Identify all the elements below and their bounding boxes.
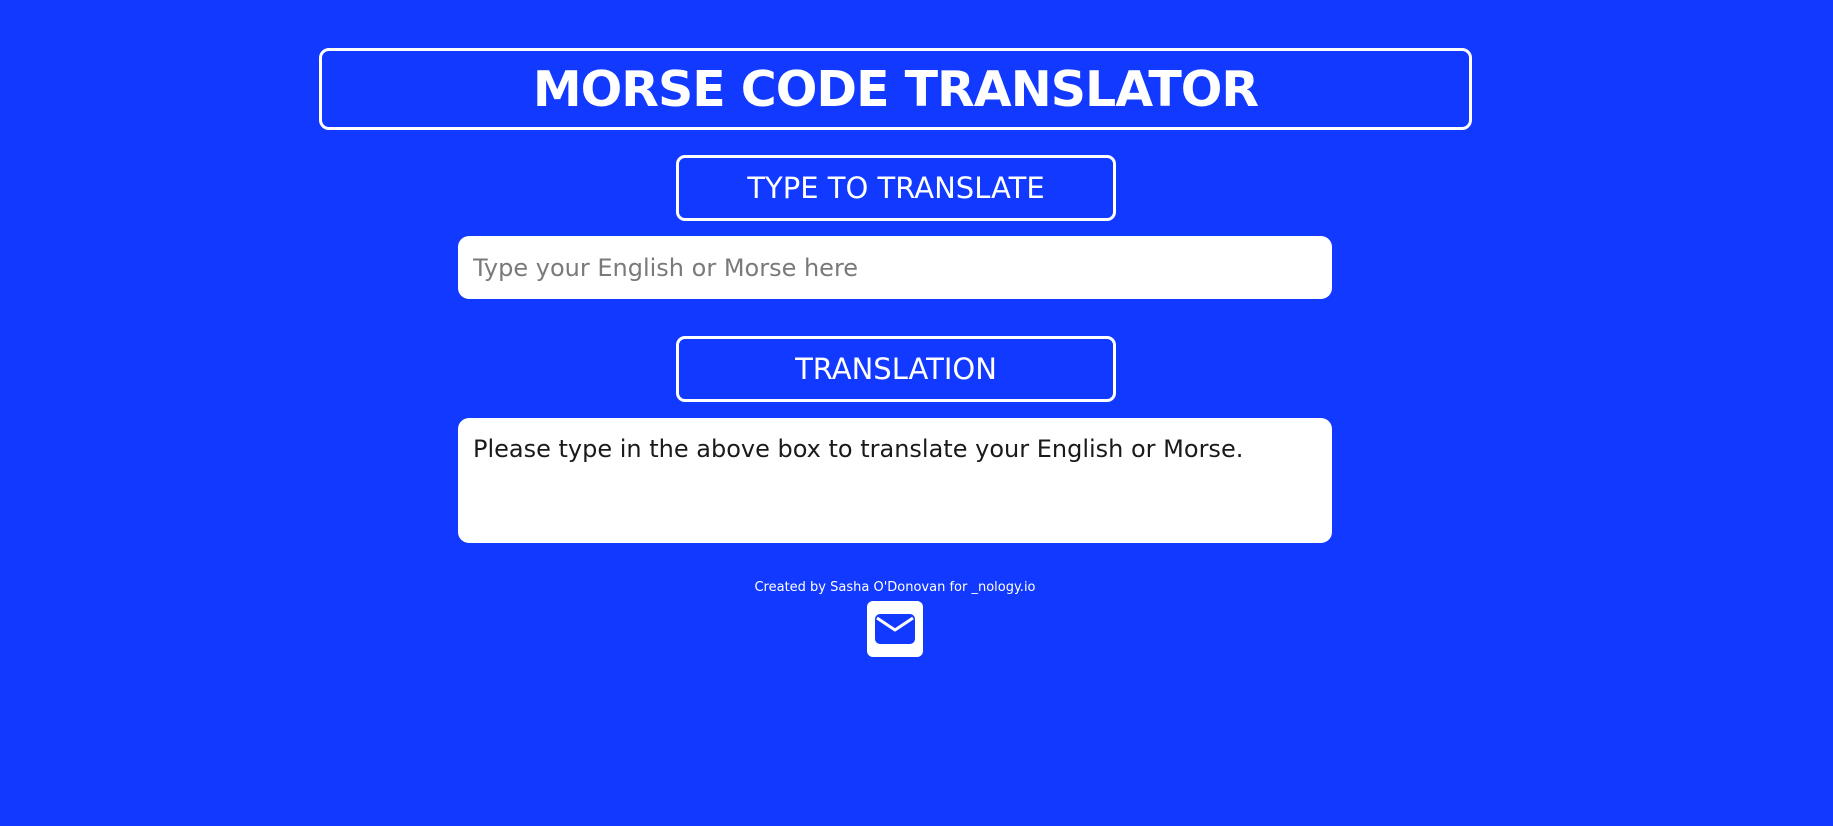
envelope-icon: [875, 614, 915, 644]
page-title: MORSE CODE TRANSLATOR: [532, 60, 1259, 118]
translate-input[interactable]: [458, 236, 1332, 299]
translation-section-label: TRANSLATION: [676, 336, 1116, 402]
title-banner: MORSE CODE TRANSLATOR: [319, 48, 1472, 130]
email-button[interactable]: [867, 601, 923, 657]
input-section-label: TYPE TO TRANSLATE: [676, 155, 1116, 221]
translation-output: Please type in the above box to translat…: [458, 418, 1332, 543]
footer-credit: Created by Sasha O'Donovan for _nology.i…: [754, 580, 1036, 595]
